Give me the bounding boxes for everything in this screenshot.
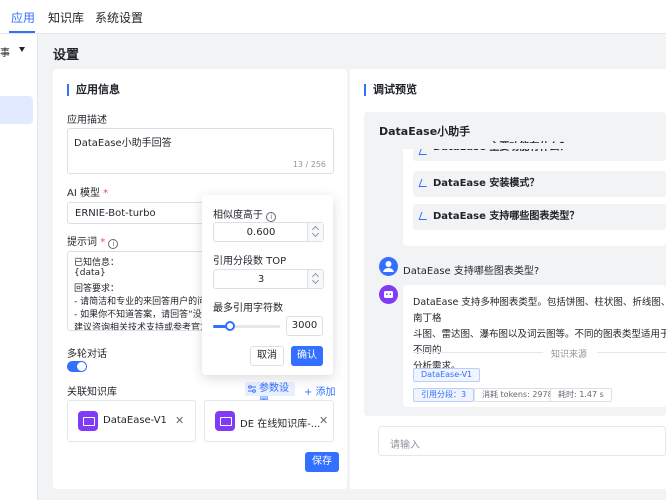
- info-icon[interactable]: i: [266, 212, 277, 222]
- desc-label: 应用描述: [67, 115, 107, 126]
- topn-label: 引用分段数 TOP: [213, 256, 287, 267]
- prompt-line: - 如果你不知道答案，请回答“没有: [74, 310, 211, 320]
- sidebar-item-active[interactable]: [0, 96, 33, 124]
- bot-avatar: [379, 285, 398, 304]
- slider-handle[interactable]: [224, 321, 235, 331]
- kb-label: 关联知识库: [67, 387, 117, 398]
- similarity-input[interactable]: 0.600: [213, 222, 324, 242]
- multi-turn-toggle[interactable]: [67, 361, 87, 372]
- page-title: 设置: [53, 48, 80, 63]
- top-nav: 应用 知识库 系统设置: [0, 0, 666, 34]
- user-avatar: [379, 257, 398, 276]
- suggestion-item[interactable]: DataEase 支持哪些图表类型？: [413, 204, 666, 230]
- answer-text: DataEase 支持多种图表类型。包括饼图、柱状图、折线图、南丁格 斗图、雷达…: [413, 297, 666, 372]
- edit-icon: [418, 179, 430, 187]
- model-label: AI 模型 *: [67, 188, 109, 199]
- tab-knowledge-base[interactable]: 知识库: [48, 9, 84, 26]
- decrement-icon[interactable]: [311, 229, 320, 238]
- ai-model-value: ERNIE-Bot-turbo: [75, 208, 156, 219]
- topn-input[interactable]: 3: [213, 269, 324, 289]
- user-question: DataEase 支持哪些图表类型?: [403, 266, 540, 277]
- similarity-value: 0.600: [246, 227, 276, 238]
- active-tab-indicator: [9, 31, 35, 33]
- decrement-icon[interactable]: [311, 276, 320, 285]
- edit-icon: [418, 212, 430, 220]
- suggestion-item[interactable]: DataEase 安装模式？: [413, 171, 666, 197]
- time-tag: 耗时: 1.47 s: [550, 388, 612, 402]
- ref-tag[interactable]: 引用分段：3: [413, 388, 475, 402]
- prompt-textarea[interactable]: 已知信息： {data} 回答要求： - 请简洁和专业的来回答用户的问 - 如果…: [67, 251, 212, 331]
- prompt-line: - 请简洁和专业的来回答用户的问: [74, 297, 207, 307]
- prompt-line: 回答要求：: [74, 284, 120, 294]
- kb-icon: [78, 411, 98, 431]
- source-tag[interactable]: DataEase-V1: [413, 368, 481, 382]
- source-label: 知识来源: [551, 350, 588, 360]
- kb-icon: [215, 411, 235, 431]
- add-kb-button[interactable]: + 添加: [304, 383, 336, 398]
- tokens-tag: 消耗 tokens: 2978: [474, 388, 561, 402]
- close-icon[interactable]: ✕: [319, 414, 328, 427]
- kb-name: DE 在线知识库-...: [240, 419, 321, 430]
- chat-placeholder: 请输入: [390, 440, 420, 451]
- cancel-button[interactable]: 取消: [250, 346, 284, 366]
- kb-card[interactable]: DataEase-V1 ✕: [67, 400, 196, 442]
- close-icon[interactable]: ✕: [175, 414, 184, 427]
- prompt-label: 提示词 * i: [67, 233, 119, 249]
- prompt-line: {data}: [74, 268, 106, 278]
- description-textarea[interactable]: DataEase小助手回答 13 / 256: [67, 128, 334, 174]
- tab-apps[interactable]: 应用: [11, 9, 35, 26]
- max-chars-slider[interactable]: [213, 321, 280, 331]
- description-value: DataEase小助手回答: [74, 138, 172, 149]
- scroll-mask: [403, 143, 666, 149]
- confirm-button[interactable]: 确认: [291, 346, 323, 366]
- max-chars-label: 最多引用字符数: [213, 303, 283, 314]
- preview-title: 调试预览: [364, 84, 417, 96]
- topn-value: 3: [257, 274, 265, 285]
- sliders-icon: [248, 385, 256, 393]
- param-settings-button[interactable]: 参数设置: [245, 382, 295, 408]
- save-button[interactable]: 保存: [305, 452, 339, 472]
- ai-model-select[interactable]: ERNIE-Bot-turbo: [67, 202, 212, 224]
- sidebar-selector-text[interactable]: 事: [0, 44, 10, 59]
- sidebar: 事: [0, 34, 38, 500]
- multi-turn-label: 多轮对话: [67, 349, 107, 360]
- divider: [413, 352, 543, 353]
- prompt-line: 已知信息：: [74, 258, 120, 268]
- kb-name: DataEase-V1: [103, 415, 167, 426]
- chat-input[interactable]: 请输入: [378, 426, 666, 456]
- prompt-line: 建议咨询相关技术支持或参考官方: [74, 323, 210, 331]
- chat-app-name: DataEase小助手: [379, 125, 471, 138]
- char-count: 13 / 256: [292, 160, 326, 169]
- caret-down-icon[interactable]: [19, 47, 25, 52]
- similarity-label: 相似度高于 i: [213, 206, 277, 222]
- divider: [597, 352, 666, 353]
- max-chars-input[interactable]: 3000: [286, 316, 323, 336]
- kb-card[interactable]: DE 在线知识库-... ✕: [204, 400, 334, 442]
- app-info-title: 应用信息: [67, 84, 120, 96]
- tab-system-settings[interactable]: 系统设置: [95, 9, 143, 26]
- info-icon[interactable]: i: [108, 239, 119, 249]
